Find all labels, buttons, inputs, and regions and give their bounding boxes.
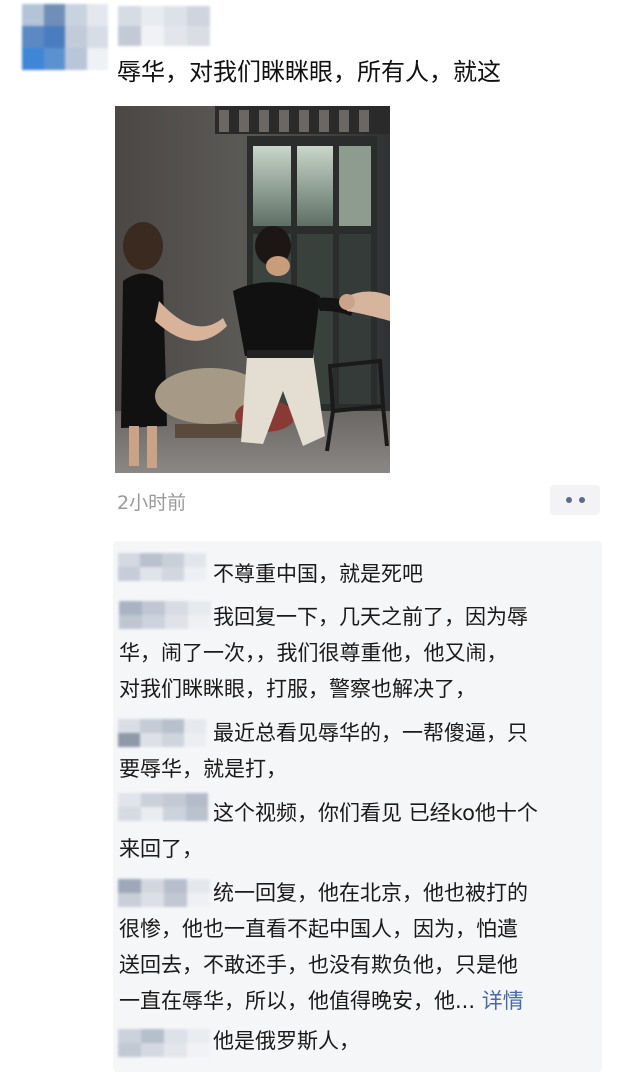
detail-link[interactable]: 详情 [482, 989, 524, 1013]
comment-text: 统一回复，他在北京，他也被打的 [213, 881, 528, 905]
author-name[interactable] [118, 6, 210, 46]
photo-scene [115, 106, 390, 473]
comment-text: 很惨，他也一直看不起中国人，因为，怕遣 [119, 917, 518, 941]
comment-text: 他是俄罗斯人， [213, 1029, 360, 1053]
comments-panel: 不尊重中国，就是死吧 我回复一下，几天之前了，因为辱 华，闹了一次，，我们很尊重… [113, 541, 602, 1072]
comment-text: 送回去，不敢还手，也没有欺负他，只是他 [119, 953, 518, 977]
commenter-name[interactable] [118, 793, 208, 821]
comment-text: 这个视频，你们看见 已经ko他十个 [213, 801, 538, 825]
comment-text-truncated: 一直在辱华，所以，他值得晚安，他... [119, 989, 476, 1013]
post-photo[interactable] [115, 106, 390, 473]
more-dots-icon [565, 497, 572, 503]
commenter-name[interactable] [118, 879, 210, 907]
post-text: 辱华，对我们眯眯眼，所有人，就这 [117, 58, 501, 86]
comment-text: 华，闹了一次，，我们很尊重他，他又闹， [119, 641, 508, 665]
comment-text: 我回复一下，几天之前了，因为辱 [213, 605, 528, 629]
more-dots-icon [578, 497, 585, 503]
comment-text: 一直在辱华，所以，他值得晚安，他... 详情 [119, 983, 524, 1019]
comment-text: 来回了， [119, 837, 203, 861]
commenter-name[interactable] [118, 1029, 210, 1057]
commenter-name[interactable] [119, 601, 211, 629]
comment-text: 要辱华，就是打， [119, 757, 287, 781]
more-button[interactable] [550, 485, 600, 515]
avatar[interactable] [22, 4, 108, 70]
comment-text: 不尊重中国，就是死吧 [213, 562, 423, 586]
commenter-name[interactable] [118, 719, 206, 747]
comment-text: 对我们眯眯眼，打服，警察也解决了， [119, 677, 476, 701]
comment-text: 最近总看见辱华的，一帮傻逼，只 [213, 721, 528, 745]
timestamp: 2小时前 [117, 492, 187, 514]
commenter-name[interactable] [118, 553, 206, 581]
